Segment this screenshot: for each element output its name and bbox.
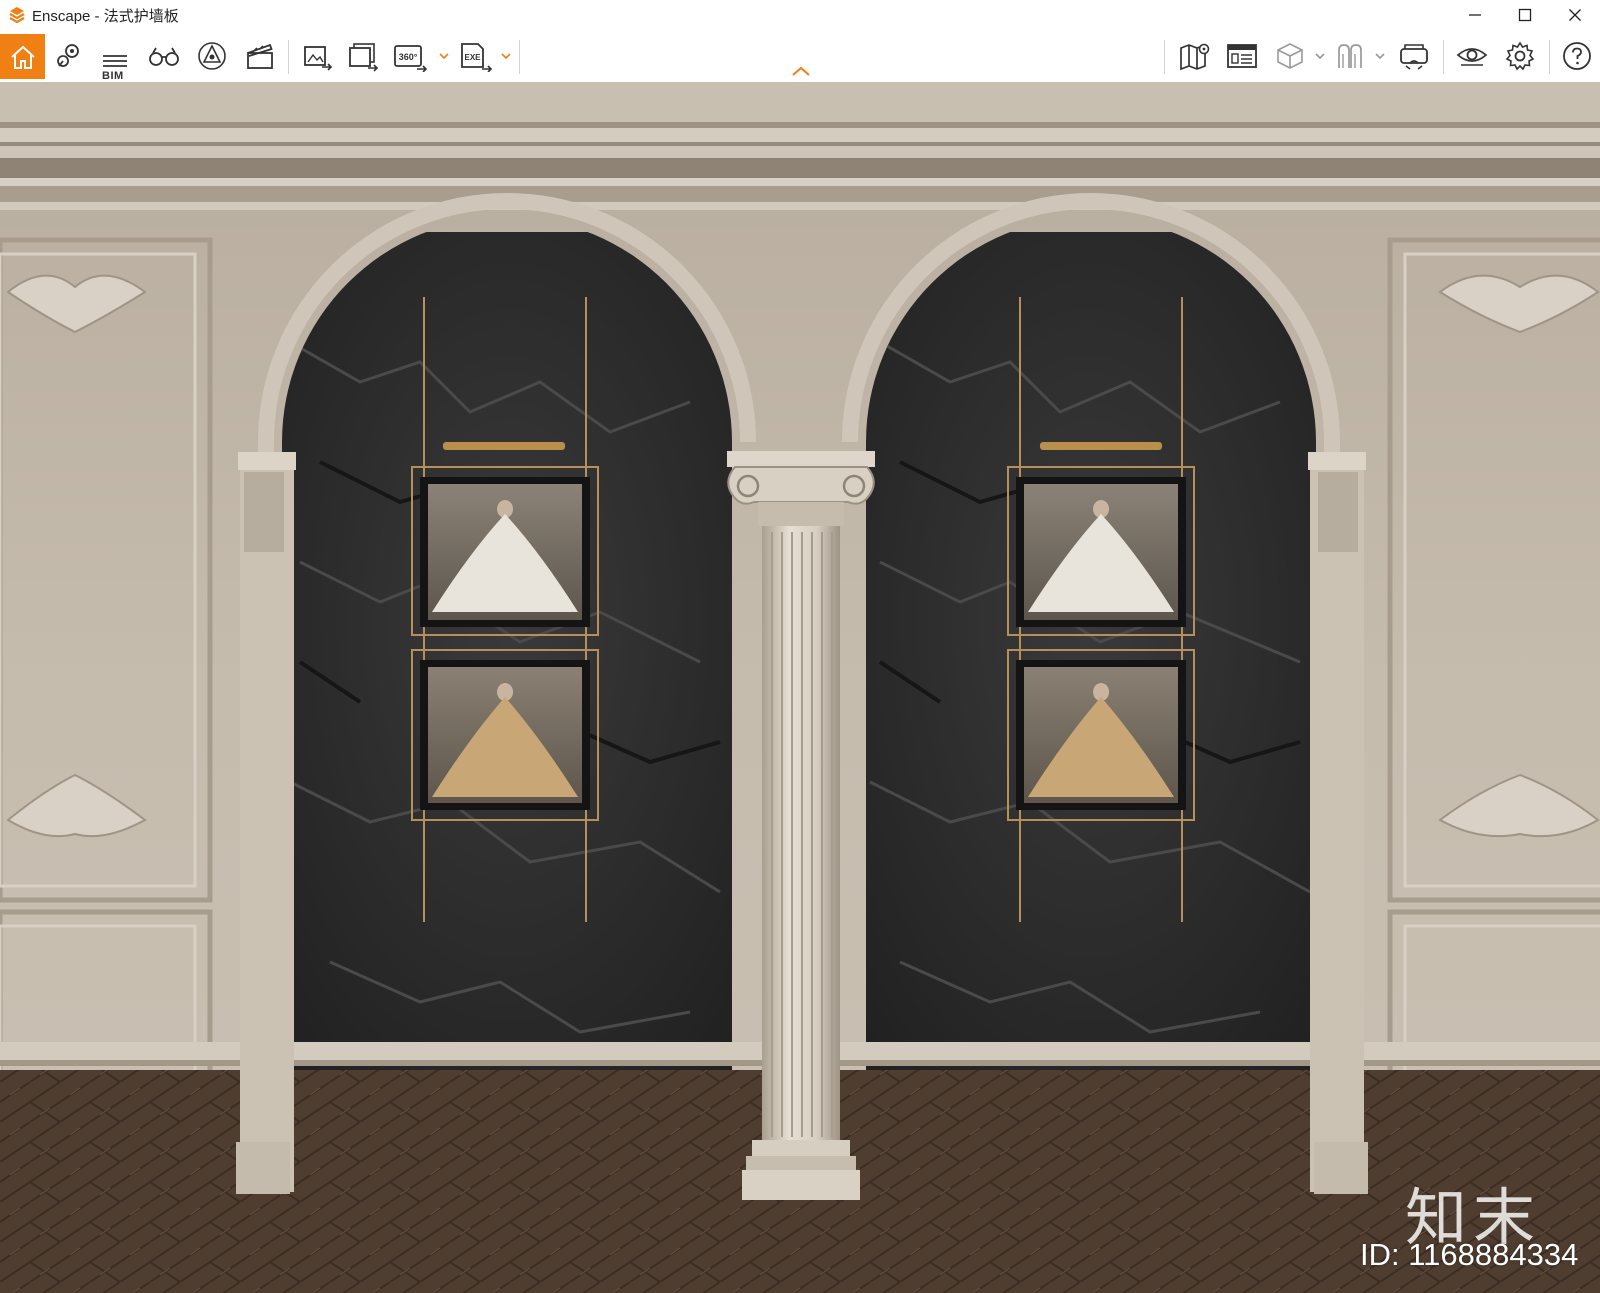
materials-icon: [1338, 44, 1362, 68]
right-pilaster: [1308, 452, 1368, 1194]
batch-render-button[interactable]: [343, 36, 383, 76]
render-image-icon: [304, 46, 333, 71]
dentil-molding: [0, 158, 1600, 178]
map-icon: [1180, 43, 1210, 71]
toolbar-separator: [519, 40, 520, 74]
home-button[interactable]: [0, 34, 45, 79]
main-toolbar: BIM 360° EXE: [0, 30, 1600, 83]
map-button[interactable]: [1175, 36, 1215, 76]
asset-library-icon: [198, 42, 226, 70]
binoculars-icon: [149, 47, 179, 66]
chevron-down-icon: [501, 53, 511, 60]
chevron-down-icon: [1375, 53, 1385, 60]
export-exe-button[interactable]: EXE: [456, 36, 496, 76]
chevron-down-icon: [439, 53, 449, 60]
render-viewport[interactable]: 知末 ID: 1168884334: [0, 82, 1600, 1293]
help-button[interactable]: [1557, 36, 1597, 76]
window-title: Enscape - 法式护墙板: [32, 7, 179, 25]
export-exe-icon: EXE: [461, 43, 493, 72]
batch-render-icon: [349, 43, 379, 72]
left-pilaster: [236, 452, 296, 1194]
gear-icon: [1505, 41, 1535, 71]
panorama-button[interactable]: 360°: [390, 36, 430, 76]
clapperboard-icon: [247, 43, 273, 69]
materials-dropdown-caret[interactable]: [1374, 48, 1386, 64]
vr-headset-button[interactable]: [1394, 36, 1434, 76]
cube-icon: [1277, 43, 1303, 69]
map-pin-icon: [57, 44, 79, 67]
collapse-toolbar-button[interactable]: [790, 64, 812, 78]
title-bar: Enscape - 法式护墙板: [0, 0, 1600, 30]
toolbar-separator: [288, 40, 289, 74]
close-icon: [1569, 9, 1581, 21]
asset-library-button[interactable]: [192, 36, 232, 76]
toolbar-separator: [1549, 40, 1550, 74]
enscape-logo-icon: [9, 7, 25, 24]
bim-label: BIM: [102, 70, 124, 82]
export-dropdown-caret[interactable]: [500, 48, 512, 64]
chevron-down-icon: [1315, 53, 1325, 60]
general-settings-button[interactable]: [1500, 36, 1540, 76]
export-exe-label: EXE: [464, 53, 481, 62]
info-panel-button[interactable]: [1222, 36, 1262, 76]
view-cube-button[interactable]: [1270, 36, 1310, 76]
screenshot-button[interactable]: [297, 36, 337, 76]
watermark-id: ID: 1168884334: [1360, 1237, 1579, 1272]
chevron-up-icon: [792, 66, 810, 76]
panorama-icon: 360°: [394, 45, 428, 72]
close-button[interactable]: [1550, 0, 1600, 30]
minimize-icon: [1469, 14, 1481, 16]
toolbar-separator: [1164, 40, 1165, 74]
visual-settings-button[interactable]: [1452, 36, 1492, 76]
eye-icon: [1456, 48, 1488, 66]
favorite-views-button[interactable]: [49, 36, 89, 76]
help-icon: [1563, 42, 1591, 70]
video-editor-button[interactable]: [240, 36, 280, 76]
vr-headset-icon: [1400, 44, 1428, 70]
bim-icon: [103, 55, 127, 67]
home-icon: [10, 45, 35, 69]
materials-button[interactable]: [1330, 36, 1370, 76]
panorama-label: 360°: [399, 52, 418, 62]
maximize-icon: [1518, 8, 1532, 22]
minimize-button[interactable]: [1450, 0, 1500, 30]
view-cube-dropdown-caret[interactable]: [1314, 48, 1326, 64]
panorama-dropdown-caret[interactable]: [438, 48, 450, 64]
maximize-button[interactable]: [1500, 0, 1550, 30]
toolbar-separator: [1443, 40, 1444, 74]
walk-mode-button[interactable]: [144, 36, 184, 76]
info-panel-icon: [1227, 44, 1257, 68]
rendered-scene: [0, 82, 1600, 1293]
